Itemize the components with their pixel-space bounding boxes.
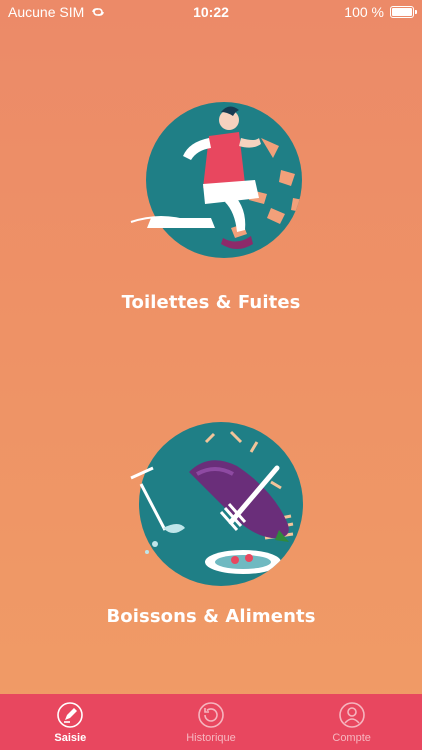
pencil-icon xyxy=(57,701,84,728)
category-label: Boissons & Aliments xyxy=(106,606,316,627)
food-drink-illustration-icon xyxy=(130,422,303,586)
history-icon xyxy=(198,701,224,728)
status-bar: Aucune SIM 10:22 100 % xyxy=(0,0,422,24)
tab-historique[interactable]: Historique xyxy=(141,694,281,750)
status-right: 100 % xyxy=(344,4,417,20)
battery-fill xyxy=(392,8,412,16)
category-toilets-leaks[interactable]: Toilettes & Fuites xyxy=(0,98,422,313)
tab-compte[interactable]: Compte xyxy=(282,694,422,750)
tab-label: Compte xyxy=(332,731,371,744)
battery-percent: 100 % xyxy=(344,4,384,20)
category-drinks-food[interactable]: Boissons & Aliments xyxy=(0,412,422,627)
tab-bar: Saisie Historique Compte xyxy=(0,694,422,750)
tab-label: Saisie xyxy=(54,731,87,744)
user-icon xyxy=(338,701,365,728)
toilet-illustration-icon xyxy=(130,102,302,258)
category-label: Toilettes & Fuites xyxy=(121,292,301,313)
tab-label: Historique xyxy=(186,731,236,744)
wifi-link-icon xyxy=(92,8,105,16)
status-left: Aucune SIM xyxy=(8,4,106,20)
battery-icon xyxy=(390,6,417,18)
carrier-label: Aucune SIM xyxy=(8,4,85,20)
tab-saisie[interactable]: Saisie xyxy=(0,694,140,750)
